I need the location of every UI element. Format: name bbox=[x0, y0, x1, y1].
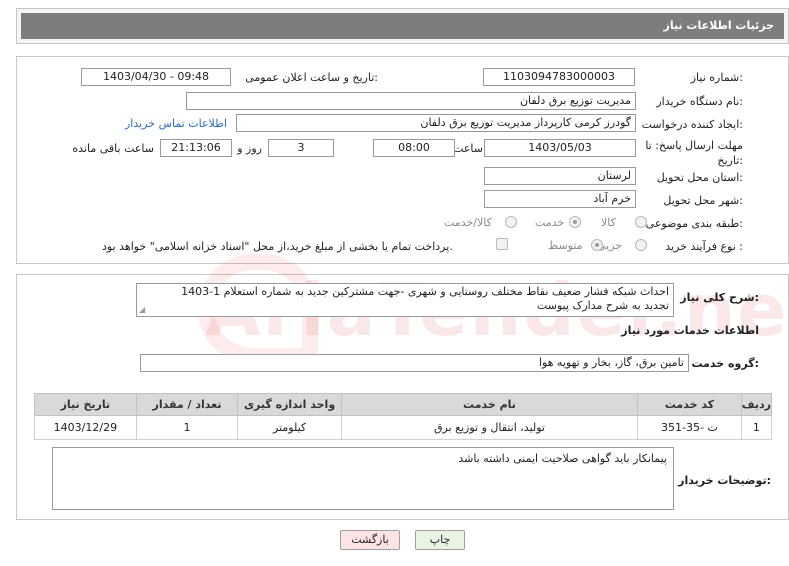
province-label: استان محل تحویل: bbox=[656, 171, 743, 184]
need-number-label: شماره نیاز: bbox=[690, 71, 743, 84]
cell-name: تولید، انتقال و توزیع برق bbox=[340, 415, 639, 440]
category-option-goods: کالا bbox=[601, 216, 616, 229]
col-name: نام خدمت bbox=[340, 393, 639, 416]
remaining-label: ساعت باقی مانده bbox=[72, 142, 154, 155]
print-button[interactable]: چاپ bbox=[415, 530, 465, 550]
process-radio-minor[interactable] bbox=[635, 239, 647, 251]
header-panel: جزئیات اطلاعات نیاز bbox=[16, 8, 789, 44]
process-option-medium: متوسط bbox=[548, 239, 583, 252]
buyer-notes-text: پیمانکار باید گواهی صلاحیت ایمنی داشته ب… bbox=[458, 452, 667, 465]
deadline-date-field: 1403/05/03 bbox=[484, 139, 636, 157]
category-radio-goods-service[interactable] bbox=[505, 216, 517, 228]
need-number-field: 1103094783000003 bbox=[483, 68, 635, 86]
description-line-2: تجدید به شرح مدارک پیوست bbox=[536, 299, 669, 312]
announce-label: تاریخ و ساعت اعلان عمومی: bbox=[245, 71, 378, 84]
buyer-org-label: نام دستگاه خریدار: bbox=[656, 95, 743, 108]
deadline-time-field: 08:00 bbox=[373, 139, 455, 157]
resize-grip-icon[interactable]: ◢ bbox=[139, 305, 145, 314]
creator-field: گودرز کرمی کارپرداز مدیریت توزیع برق دلف… bbox=[236, 114, 636, 132]
process-label: نوع فرآیند خرید : bbox=[665, 240, 743, 253]
cell-unit: کیلومتر bbox=[237, 415, 342, 440]
col-qty: تعداد / مقدار bbox=[135, 393, 239, 416]
announce-field: 1403/04/30 - 09:48 bbox=[81, 68, 231, 86]
creator-label: ایجاد کننده درخواست: bbox=[641, 118, 743, 131]
services-section-title: اطلاعات خدمات مورد نیاز bbox=[621, 324, 759, 337]
col-code: کد خدمت bbox=[637, 393, 742, 416]
back-button[interactable]: بازگشت bbox=[340, 530, 400, 550]
city-label: شهر محل تحویل: bbox=[663, 194, 743, 207]
deadline-time-label: ساعت bbox=[453, 142, 483, 155]
col-unit: واحد اندازه گیری bbox=[237, 393, 342, 416]
category-label: طبقه بندی موضوعی: bbox=[645, 217, 743, 230]
description-line-1: احداث شبکه فشار ضعیف نقاط مختلف روستایی … bbox=[181, 285, 669, 298]
treasury-payment-checkbox[interactable] bbox=[496, 238, 508, 250]
col-index: ردیف bbox=[740, 393, 773, 416]
payment-note: پرداخت تمام یا بخشی از مبلغ خرید،از محل … bbox=[102, 240, 453, 253]
category-radio-goods[interactable] bbox=[635, 216, 647, 228]
buyer-org-field: مدیریت توزیع برق دلفان bbox=[186, 92, 636, 110]
buyer-notes-label: توضیحات خریدار: bbox=[678, 474, 771, 487]
description-label: شرح کلی نیاز: bbox=[680, 291, 759, 304]
service-group-label: گروه خدمت: bbox=[691, 357, 759, 370]
services-table: تاریخ نیاز تعداد / مقدار واحد اندازه گیر… bbox=[34, 393, 773, 440]
remaining-time-field: 21:13:06 bbox=[160, 139, 232, 157]
header-bar: جزئیات اطلاعات نیاز bbox=[21, 13, 784, 39]
category-option-service: خدمت bbox=[535, 216, 565, 229]
description-textarea: احداث شبکه فشار ضعیف نقاط مختلف روستایی … bbox=[136, 283, 674, 317]
cell-index: 1 bbox=[740, 415, 773, 440]
table-row: 1403/12/29 1 کیلومتر تولید، انتقال و توز… bbox=[34, 415, 773, 440]
deadline-label: مهلت ارسال پاسخ: تا تاریخ: bbox=[645, 139, 743, 167]
cell-code: ت -35-351 bbox=[637, 415, 742, 440]
col-date: تاریخ نیاز bbox=[34, 393, 137, 416]
service-group-field: تامین برق، گاز، بخار و تهویه هوا bbox=[140, 354, 689, 372]
days-label: روز و bbox=[237, 142, 262, 155]
page-title: جزئیات اطلاعات نیاز bbox=[663, 19, 775, 32]
province-field: لرستان bbox=[484, 167, 636, 185]
buyer-notes-textarea: پیمانکار باید گواهی صلاحیت ایمنی داشته ب… bbox=[52, 447, 674, 510]
table-header-row: تاریخ نیاز تعداد / مقدار واحد اندازه گیر… bbox=[34, 393, 773, 416]
process-radio-medium[interactable] bbox=[591, 239, 603, 251]
category-option-goods-service: کالا/خدمت bbox=[444, 216, 492, 229]
contact-buyer-link[interactable]: اطلاعات تماس خریدار bbox=[125, 117, 227, 130]
city-field: خرم آباد bbox=[484, 190, 636, 208]
category-radio-service[interactable] bbox=[569, 216, 581, 228]
days-field: 3 bbox=[268, 139, 334, 157]
cell-qty: 1 bbox=[135, 415, 239, 440]
cell-date: 1403/12/29 bbox=[34, 415, 137, 440]
